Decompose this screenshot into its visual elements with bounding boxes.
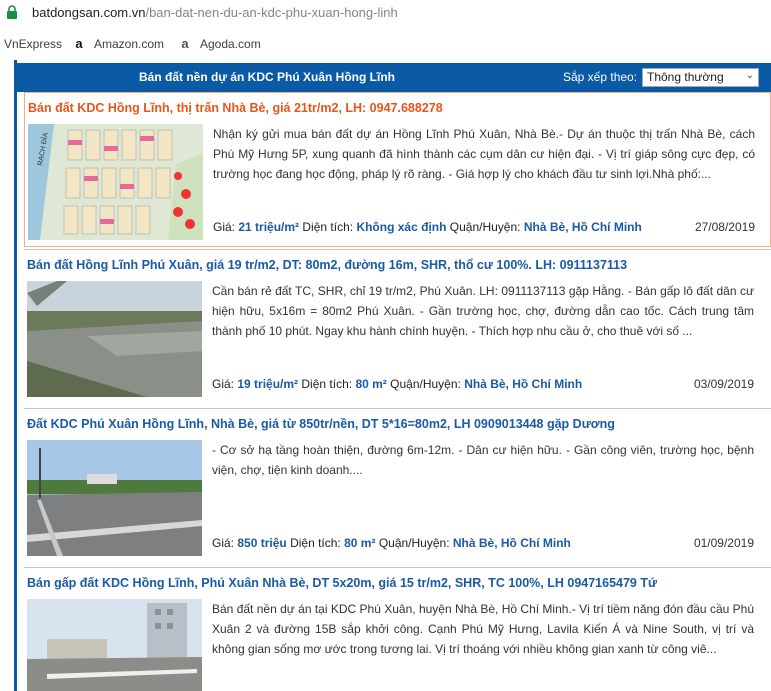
listing-thumbnail-lot[interactable] xyxy=(27,599,202,691)
area-value: 80 m² xyxy=(344,536,376,550)
listing-thumbnail-road[interactable] xyxy=(27,281,202,397)
district-label: Quận/Huyện: xyxy=(449,220,521,234)
bookmark-amazon[interactable]: a Amazon.com xyxy=(72,36,165,52)
listing-description: Cần bán rẻ đất TC, SHR, chỉ 19 tr/m2, Ph… xyxy=(212,284,754,338)
amazon-icon: a xyxy=(75,36,83,51)
listing-thumbnail-street[interactable] xyxy=(27,440,202,556)
page-title: Bán đất nền dự án KDC Phú Xuân Hồng Lĩnh xyxy=(138,70,395,84)
url-text[interactable]: batdongsan.com.vn/ban-dat-nen-du-an-kdc-… xyxy=(32,5,398,20)
sort-value: Thông thường xyxy=(647,70,724,84)
price-label: Giá: xyxy=(212,536,235,550)
listing-title[interactable]: Đất KDC Phú Xuân Hồng Lĩnh, Nhà Bè, giá … xyxy=(27,417,615,431)
price-value: 19 triệu/m² xyxy=(237,377,299,391)
price-value: 21 triệu/m² xyxy=(238,220,300,234)
listing-date: 01/09/2019 xyxy=(693,536,754,550)
listing-meta: Giá: 21 triệu/m² Diện tích: Không xác đị… xyxy=(213,220,755,234)
district-value: Nhà Bè, Hồ Chí Minh xyxy=(523,220,642,234)
listing-description: Nhận ký gửi mua bán đất dự án Hồng Lĩnh … xyxy=(213,127,755,181)
bookmark-agoda[interactable]: a Agoda.com xyxy=(178,36,261,52)
bookmark-label: VnExpress xyxy=(4,37,63,51)
price-value: 850 triệu xyxy=(237,536,287,550)
listing-thumbnail-map[interactable]: RẠCH ĐỈA xyxy=(28,124,203,240)
listing-item[interactable]: Đất KDC Phú Xuân Hồng Lĩnh, Nhà Bè, giá … xyxy=(24,409,771,565)
area-label: Diện tích: xyxy=(290,536,341,550)
chevron-down-icon: ⌄ xyxy=(745,70,754,81)
listing-header: Bán đất nền dự án KDC Phú Xuân Hồng Lĩnh… xyxy=(17,63,771,92)
area-label: Diện tích: xyxy=(302,220,354,234)
agoda-icon: a xyxy=(181,36,189,51)
listing-date: 03/09/2019 xyxy=(693,377,754,391)
listing-meta: Giá: 19 triệu/m² Diện tích: 80 m² Quận/H… xyxy=(212,377,754,391)
price-label: Giá: xyxy=(213,220,236,234)
street-photo-image xyxy=(27,440,202,556)
price-label: Giá: xyxy=(212,377,235,391)
bookmark-vnexpress[interactable]: VnExpress xyxy=(4,37,62,51)
road-photo-image xyxy=(27,281,202,397)
area-value: Không xác định xyxy=(356,220,447,234)
site-plan-image: RẠCH ĐỈA xyxy=(28,124,203,240)
lock-icon xyxy=(7,5,17,19)
bookmark-label: Amazon.com xyxy=(94,37,165,51)
listing-item[interactable]: Bán gấp đất KDC Hồng Lĩnh, Phú Xuân Nhà … xyxy=(24,568,771,691)
district-label: Quận/Huyện: xyxy=(378,536,450,550)
listing-description: Bán đất nền dự án tại KDC Phú Xuân, huyệ… xyxy=(212,602,754,656)
lot-photo-image xyxy=(27,599,202,691)
sort-label: Sắp xếp theo: xyxy=(563,70,638,84)
listing-description: - Cơ sở hạ tầng hoàn thiện, đường 6m-12m… xyxy=(212,443,754,477)
district-label: Quận/Huyện: xyxy=(390,377,461,391)
listing-item[interactable]: Bán đất Hồng Lĩnh Phú Xuân, giá 19 tr/m2… xyxy=(24,250,771,406)
address-bar[interactable]: batdongsan.com.vn/ban-dat-nen-du-an-kdc-… xyxy=(0,0,771,28)
listing-panel: Bán đất nền dự án KDC Phú Xuân Hồng Lĩnh… xyxy=(14,60,771,691)
listing-title[interactable]: Bán gấp đất KDC Hồng Lĩnh, Phú Xuân Nhà … xyxy=(27,576,657,590)
bookmark-label: Agoda.com xyxy=(200,37,261,51)
bookmarks-bar: VnExpress a Amazon.com a Agoda.com xyxy=(0,30,771,60)
listing-meta: Giá: 850 triệu Diện tích: 80 m² Quận/Huy… xyxy=(212,536,754,550)
district-value: Nhà Bè, Hồ Chí Minh xyxy=(464,377,583,391)
area-value: 80 m² xyxy=(355,377,387,391)
area-label: Diện tích: xyxy=(301,377,353,391)
sort-select[interactable]: Thông thường ⌄ xyxy=(642,68,759,87)
url-host: batdongsan.com.vn xyxy=(32,5,146,20)
url-path: /ban-dat-nen-du-an-kdc-phu-xuan-hong-lin… xyxy=(145,5,398,20)
listing-title[interactable]: Bán đất KDC Hồng Lĩnh, thị trấn Nhà Bè, … xyxy=(28,101,443,115)
listing-item[interactable]: Bán đất KDC Hồng Lĩnh, thị trấn Nhà Bè, … xyxy=(24,92,771,247)
listing-date: 27/08/2019 xyxy=(694,220,755,234)
district-value: Nhà Bè, Hồ Chí Minh xyxy=(452,536,571,550)
listing-title[interactable]: Bán đất Hồng Lĩnh Phú Xuân, giá 19 tr/m2… xyxy=(27,258,627,272)
